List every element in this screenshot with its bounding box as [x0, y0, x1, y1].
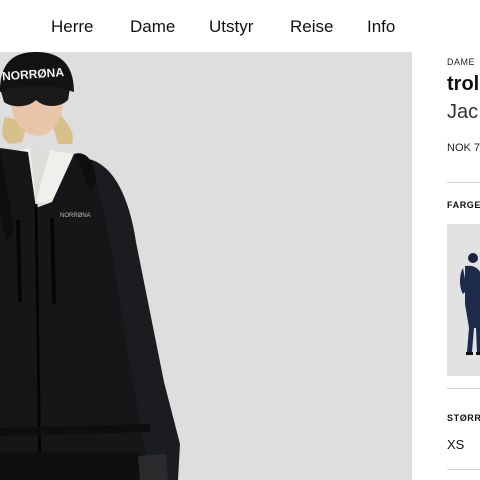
product-subtitle: Jac: [447, 101, 479, 123]
size-option-xs[interactable]: XS: [447, 437, 464, 452]
main-navigation: Herre Dame Utstyr Reise Info: [0, 0, 480, 52]
size-section-label: STØRR: [447, 413, 480, 423]
nav-item-info[interactable]: Info: [367, 17, 395, 37]
nav-item-utstyr[interactable]: Utstyr: [209, 17, 253, 37]
breadcrumb[interactable]: DAME: [447, 57, 475, 67]
nav-item-dame[interactable]: Dame: [130, 17, 175, 37]
swatch-model-image: [447, 224, 480, 376]
divider: [447, 388, 480, 389]
jacket-logo-text: NORRØNA: [60, 213, 91, 219]
nav-item-herre[interactable]: Herre: [51, 17, 94, 37]
divider: [447, 469, 480, 470]
color-swatch-navy[interactable]: [447, 224, 480, 376]
product-hero-image[interactable]: NORRØNA NORRØNA: [0, 52, 412, 480]
product-price: NOK 7: [447, 142, 480, 154]
product-title: trol: [447, 73, 480, 95]
nav-item-reise[interactable]: Reise: [290, 17, 333, 37]
model-photo: NORRØNA NORRØNA: [0, 52, 180, 480]
product-info-panel: DAME trol Jac NOK 7 FARGE STØRR XS: [412, 52, 480, 480]
divider: [447, 182, 480, 183]
color-section-label: FARGE: [447, 200, 480, 210]
